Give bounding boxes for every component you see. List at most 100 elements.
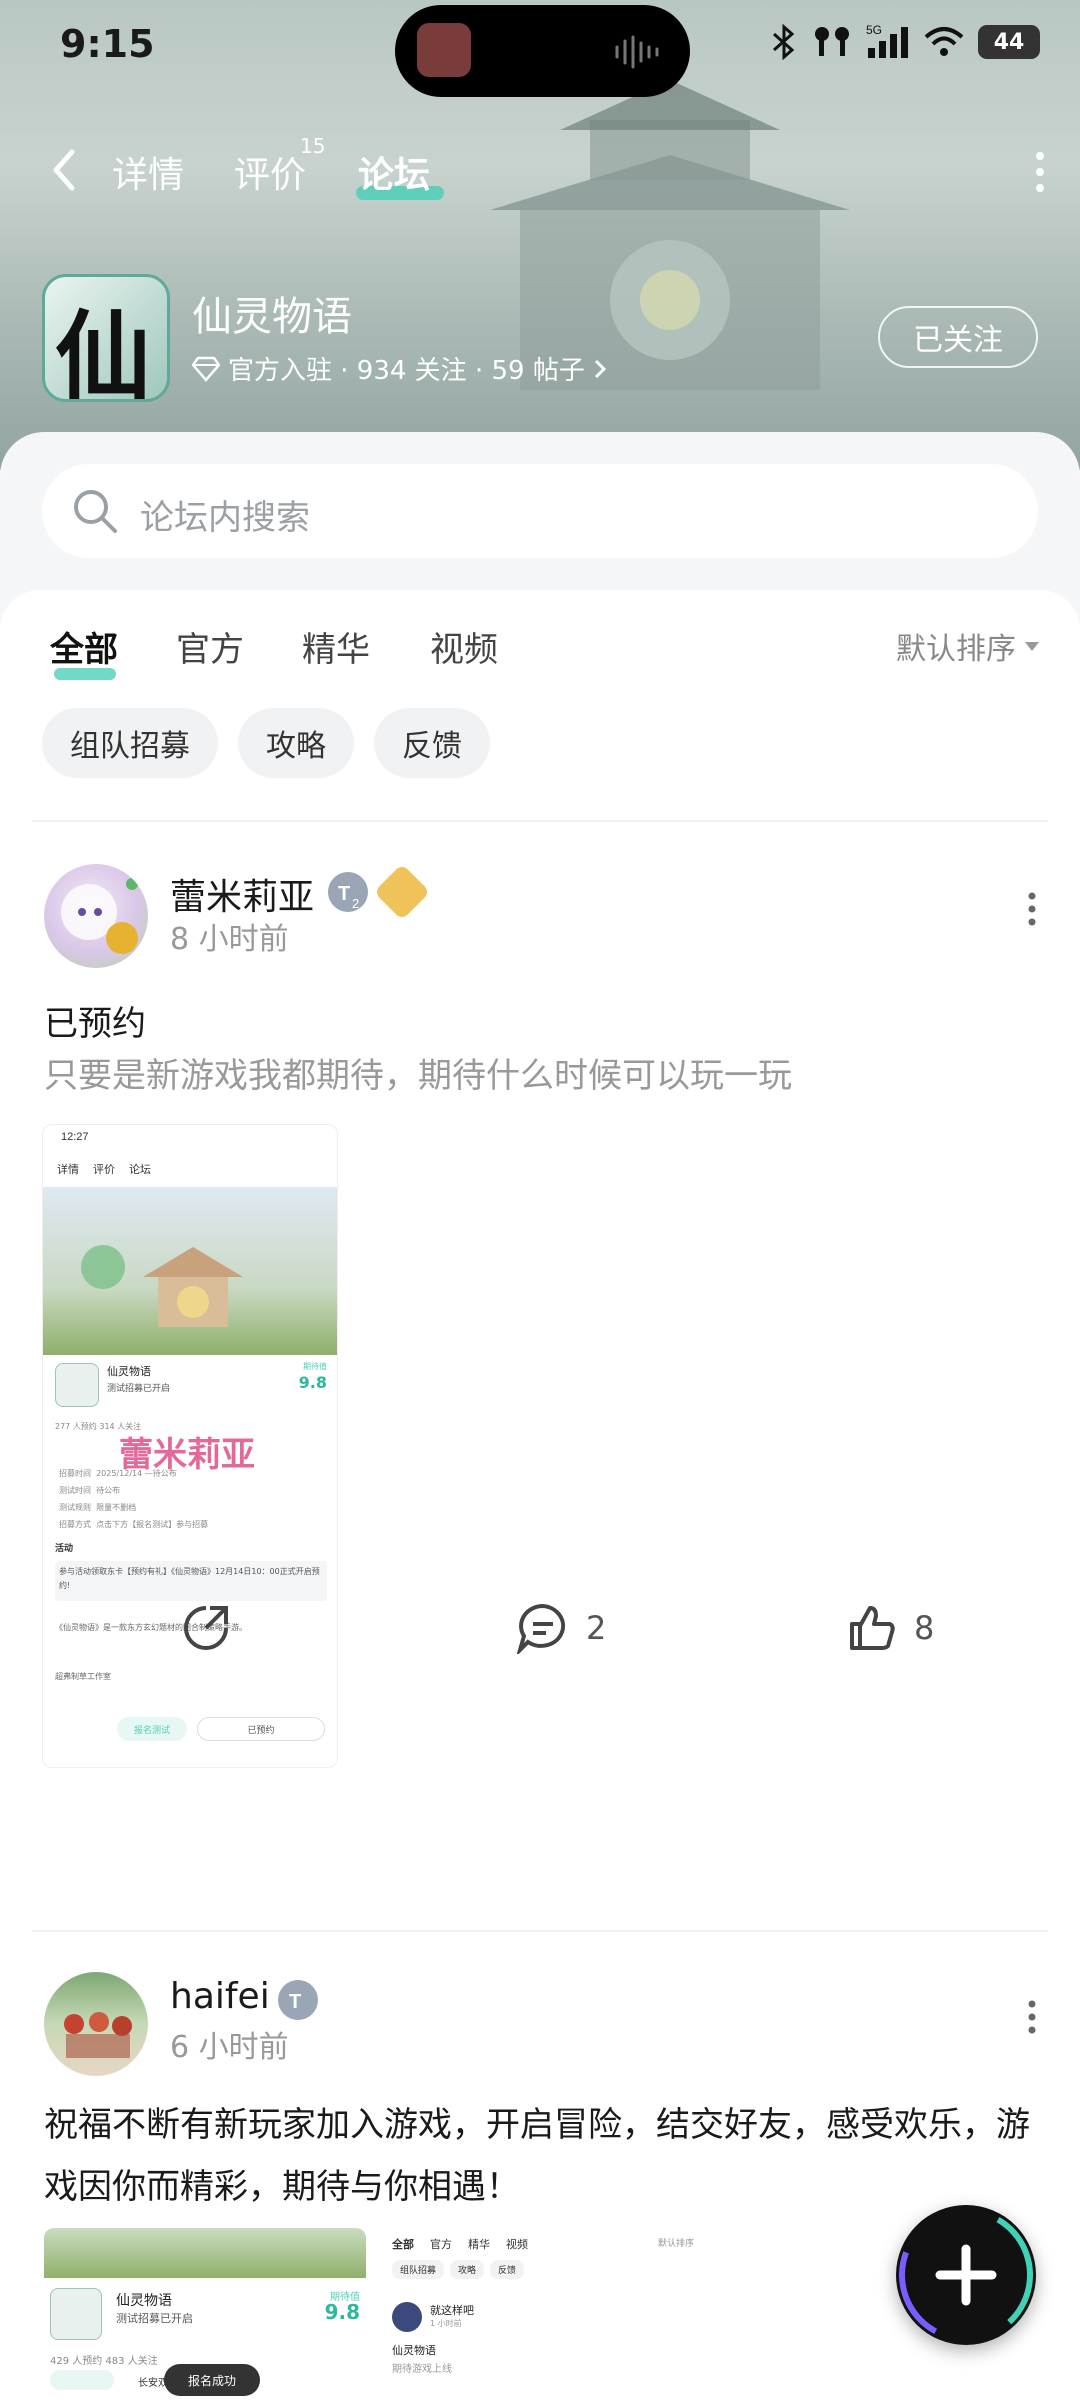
thumb-stats: 429 人预约 483 人关注 (50, 2356, 158, 2367)
shot-tabs: 详情 评价 论坛 (57, 1161, 151, 1177)
dynamic-island (395, 5, 690, 97)
svg-text:5G: 5G (866, 24, 882, 37)
thumb-body: 期待游戏上线 (392, 2364, 452, 2375)
shot-row: 招募方式 点击下方【报名测试】参与招募 (59, 1520, 209, 1529)
shot-time: 12:27 (61, 1131, 89, 1143)
game-info: 仙 仙灵物语 官方入驻 · 934 关注 · 59 帖子 已关注 (0, 270, 1080, 410)
svg-text:T: T (289, 1991, 301, 2013)
thumb-score: 9.8 (324, 2300, 360, 2324)
thumb-avatar (392, 2302, 422, 2332)
post-more-icon[interactable] (1026, 892, 1038, 926)
shot-subtitle: 测试招募已开启 (107, 1384, 171, 1394)
filter-tab-featured[interactable]: 精华 (302, 622, 370, 671)
thumb-tabs: 全部 官方 精华 视频 (392, 2238, 528, 2251)
filter-tab-official[interactable]: 官方 (176, 622, 244, 671)
post-author[interactable]: haifei (170, 1976, 270, 2017)
thumb-time: 1 小时前 (430, 2319, 462, 2328)
comment-icon (516, 1603, 566, 1654)
search-placeholder: 论坛内搜索 (140, 498, 310, 538)
thumb-banner (44, 2228, 366, 2278)
shot-event-box: 参与活动领取东卡【预约有礼】《仙灵物语》12月14日10：00正式开启预约! (55, 1561, 327, 1601)
level-badge-icon: T2 (328, 872, 368, 912)
filter-tab-video[interactable]: 视频 (430, 622, 498, 671)
thumb-toast: 报名成功 (164, 2364, 260, 2396)
category-chips: 组队招募 攻略 反馈 (42, 708, 490, 778)
post-image[interactable]: 全部 官方 精华 视频 默认排序 组队招募 攻略 反馈 就这样吧 1 小时前 仙… (384, 2228, 706, 2401)
thumbs-up-icon (850, 1606, 895, 1650)
post-body[interactable]: 祝福不断有新玩家加入游戏，开启冒险，结交好友，感受欢乐，游戏因你而精彩，期待与你… (44, 2094, 1034, 2218)
shot-tab: 详情 (57, 1163, 79, 1176)
share-button[interactable] (180, 1602, 232, 1654)
now-playing-thumb (417, 23, 471, 77)
comment-count: 2 (586, 1609, 607, 1647)
shot-test-button: 报名测试 (117, 1717, 187, 1741)
avatar[interactable] (44, 864, 148, 968)
level-badge-icon: T (278, 1980, 318, 2020)
thumb-chips: 组队招募 攻略 反馈 (392, 2260, 525, 2279)
avatar[interactable] (44, 1972, 148, 2076)
like-button[interactable]: 8 (846, 1602, 934, 1654)
battery-indicator: 44 (978, 25, 1040, 59)
back-arrow-icon[interactable] (46, 146, 82, 194)
plus-icon (899, 2208, 1033, 2342)
sort-dropdown[interactable]: 默认排序 (896, 624, 1040, 668)
audio-wave-icon (615, 35, 659, 69)
shot-score: 9.8 (298, 1373, 327, 1392)
divider (32, 1930, 1048, 1932)
game-icon-glyph: 仙 (55, 300, 151, 402)
divider (32, 820, 1048, 822)
top-nav: 详情 评价 15 论坛 (0, 130, 1080, 210)
post-time: 6 小时前 (170, 2030, 289, 2065)
shot-dev: 超弗制草工作室 (55, 1672, 111, 1681)
post-author[interactable]: 蕾米莉亚 (170, 868, 314, 920)
caret-down-icon (1025, 642, 1039, 651)
chip-feedback[interactable]: 反馈 (374, 708, 490, 778)
forum-content: 全部 官方 精华 视频 默认排序 组队招募 攻略 反馈 蕾米莉亚 T2 8 小时… (0, 590, 1080, 2401)
more-options-icon[interactable] (1032, 150, 1048, 194)
follow-button[interactable]: 已关注 (878, 306, 1038, 368)
shot-score-label: 期待值 (303, 1362, 327, 1371)
thumb-user: 就这样吧 (430, 2304, 474, 2317)
shot-info-rows: 招募时间 2025/12/14 —待公布 测试时间 待公布 测试规则 限量不删档… (59, 1465, 208, 1533)
like-count: 8 (914, 1609, 935, 1647)
wifi-icon (924, 27, 964, 56)
comment-button[interactable]: 2 (516, 1602, 606, 1654)
thumb-title: 仙灵物语 (392, 2344, 436, 2357)
post-more-icon[interactable] (1026, 2000, 1038, 2034)
post-time: 8 小时前 (170, 922, 289, 957)
status-time: 9:15 (60, 22, 155, 66)
thumb-sort: 默认排序 (657, 2239, 694, 2249)
signal-icon: 5G (866, 24, 908, 58)
post-image[interactable]: 仙灵物语 测试招募已开启 期待值 9.8 429 人预约 483 人关注 长安双… (44, 2228, 366, 2401)
shot-row: 测试规则 限量不删档 (59, 1503, 137, 1512)
share-icon (184, 1606, 228, 1650)
status-icons: 5G 44 (770, 24, 1040, 60)
earbuds-icon (815, 27, 849, 56)
chip-team-recruit[interactable]: 组队招募 (42, 708, 218, 778)
shot-row: 测试时间 待公布 (59, 1486, 121, 1495)
filter-tab-all[interactable]: 全部 (50, 622, 118, 671)
medal-icon (373, 863, 431, 921)
post-title[interactable]: 已预约 (44, 996, 146, 1045)
game-app-icon[interactable]: 仙 (42, 274, 170, 402)
tab-reviews[interactable]: 评价 (234, 146, 306, 198)
filter-tab-indicator (54, 668, 116, 680)
post-body[interactable]: 只要是新游戏我都期待，期待什么时候可以玩一玩 (44, 1046, 1034, 1106)
bluetooth-icon (773, 24, 795, 60)
thumb-game-name: 仙灵物语 (116, 2293, 172, 2309)
chip-guide[interactable]: 攻略 (238, 708, 354, 778)
svg-text:2: 2 (352, 896, 359, 911)
search-icon (74, 490, 117, 533)
create-post-button[interactable] (896, 2205, 1036, 2345)
shot-reserved-button: 已预约 (197, 1717, 325, 1741)
tab-forum[interactable]: 论坛 (358, 146, 430, 198)
tab-details[interactable]: 详情 (112, 146, 184, 198)
game-title: 仙灵物语 (192, 294, 352, 340)
chevron-right-icon (594, 359, 606, 378)
shot-game-icon (55, 1363, 99, 1407)
status-bar: 9:15 5G 44 (0, 0, 1080, 100)
post-card[interactable]: 蕾米莉亚 T2 8 小时前 已预约 只要是新游戏我都期待，期待什么时候可以玩一玩… (0, 863, 1080, 1768)
search-bar[interactable]: 论坛内搜索 (42, 464, 1038, 558)
game-meta[interactable]: 官方入驻 · 934 关注 · 59 帖子 (192, 350, 607, 387)
shot-game-name: 仙灵物语 (107, 1365, 151, 1378)
